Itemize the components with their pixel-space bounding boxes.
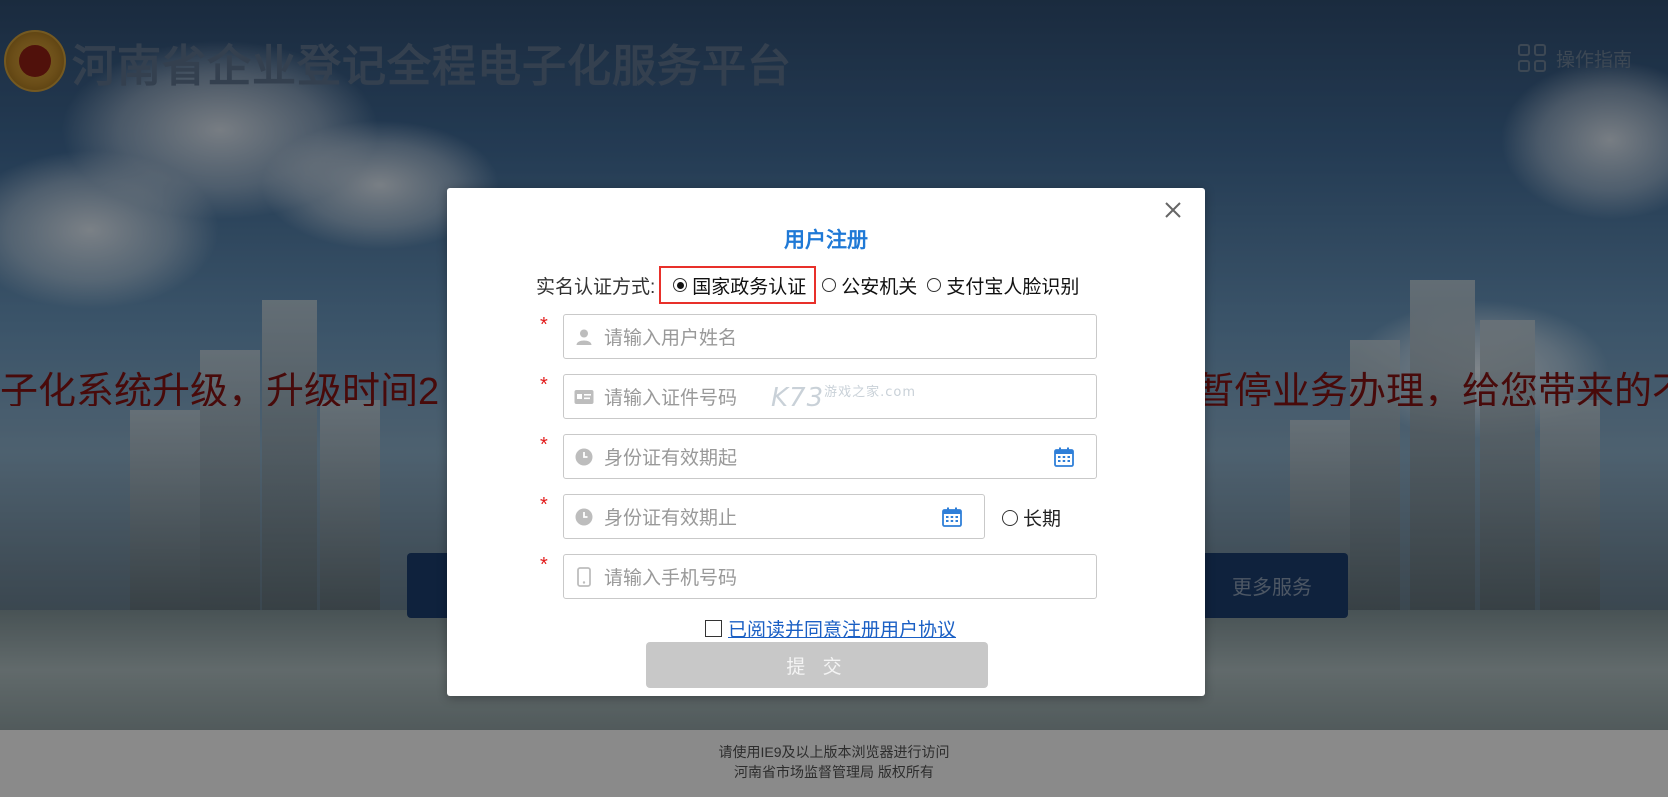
footer-browser-note: 请使用IE9及以上版本浏览器进行访问: [718, 744, 950, 760]
name-placeholder: 请输入用户姓名: [604, 328, 738, 349]
required-mark: *: [540, 494, 548, 516]
modal-title: 用户注册: [784, 229, 868, 252]
auth-option-police[interactable]: 公安机关: [822, 268, 917, 302]
valid-from-input[interactable]: 身份证有效期起: [563, 434, 1097, 479]
agreement-link[interactable]: 已阅读并同意注册用户协议: [728, 615, 956, 642]
calendar-icon[interactable]: [942, 507, 962, 527]
phone-icon: [574, 566, 594, 587]
radio-unselected[interactable]: [927, 278, 942, 292]
footer-copyright: 河南省市场监督管理局 版权所有: [734, 764, 934, 780]
name-input[interactable]: 请输入用户姓名: [563, 314, 1097, 359]
watermark-logo: K73游戏之家.com: [771, 383, 917, 413]
required-mark: *: [540, 554, 548, 576]
auth-method-row: 实名认证方式: 国家政务认证 公安机关 支付宝人脸识别: [536, 266, 1085, 304]
auth-option-alipay[interactable]: 支付宝人脸识别: [927, 268, 1079, 302]
auth-option-label: 支付宝人脸识别: [946, 276, 1080, 298]
agreement-row: 已阅读并同意注册用户协议: [705, 615, 956, 642]
phone-input[interactable]: 请输入手机号码: [563, 554, 1097, 599]
submit-button[interactable]: 提 交: [646, 642, 988, 688]
auth-option-label: 国家政务认证: [692, 276, 807, 298]
clock-icon: [574, 507, 594, 527]
footer: 请使用IE9及以上版本浏览器进行访问 河南省市场监督管理局 版权所有: [0, 730, 1668, 797]
radio-unselected[interactable]: [822, 278, 837, 292]
auth-option-label: 公安机关: [841, 276, 918, 298]
valid-to-placeholder: 身份证有效期止: [604, 508, 738, 529]
auth-option-national[interactable]: 国家政务认证: [659, 266, 817, 304]
required-mark: *: [540, 314, 548, 336]
radio-selected[interactable]: [673, 278, 688, 292]
calendar-icon[interactable]: [1054, 447, 1074, 467]
radio-unselected[interactable]: [1002, 509, 1018, 526]
long-term-option[interactable]: 长期: [1002, 504, 1061, 531]
required-mark: *: [540, 434, 548, 456]
clock-icon: [574, 447, 594, 467]
valid-from-placeholder: 身份证有效期起: [604, 448, 738, 469]
close-icon[interactable]: [1161, 198, 1185, 222]
long-term-label: 长期: [1023, 509, 1062, 530]
user-icon: [574, 327, 594, 347]
required-mark: *: [540, 374, 548, 396]
id-placeholder: 请输入证件号码: [604, 388, 738, 409]
id-number-input[interactable]: 请输入证件号码 K73游戏之家.com: [563, 374, 1097, 419]
id-card-icon: [574, 387, 594, 407]
valid-to-input[interactable]: 身份证有效期止: [563, 494, 985, 539]
auth-method-label: 实名认证方式:: [536, 276, 656, 298]
register-modal: 用户注册 实名认证方式: 国家政务认证 公安机关 支付宝人脸识别 * 请输入用户…: [447, 188, 1205, 696]
agreement-checkbox[interactable]: [705, 620, 722, 637]
phone-placeholder: 请输入手机号码: [604, 568, 738, 589]
